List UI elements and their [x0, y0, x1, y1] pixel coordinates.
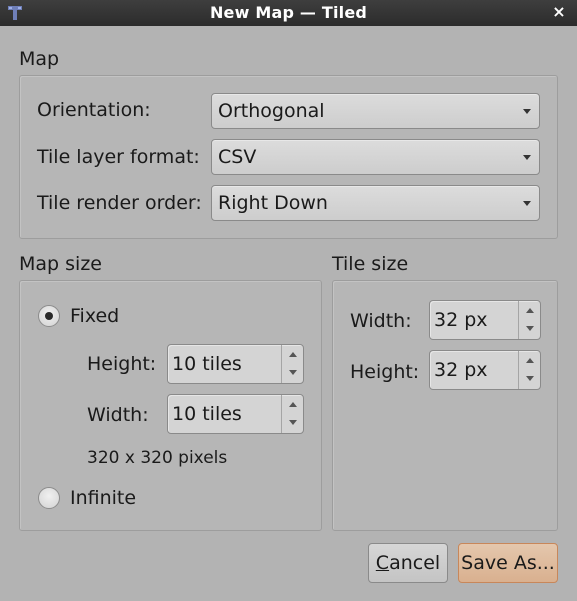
tile-layer-format-value: CSV [218, 146, 257, 168]
map-width-label: Width: [87, 404, 149, 426]
tile-size-group: Width: 32 px Height: 32 px [332, 280, 558, 531]
fixed-radio[interactable] [38, 305, 60, 327]
map-height-value: 10 tiles [172, 353, 242, 375]
spin-buttons [281, 345, 303, 383]
cancel-button[interactable]: Cancel [368, 543, 448, 583]
tile-height-spinbox[interactable]: 32 px [429, 350, 541, 390]
orientation-label: Orientation: [37, 99, 151, 121]
tile-layer-format-combo[interactable]: CSV [211, 139, 540, 175]
map-group: Orientation: Orthogonal Tile layer forma… [19, 75, 558, 239]
spin-buttons [518, 301, 540, 339]
map-height-label: Height: [87, 353, 157, 375]
tile-width-spinbox[interactable]: 32 px [429, 300, 541, 340]
tile-render-order-combo[interactable]: Right Down [211, 185, 540, 221]
infinite-label[interactable]: Infinite [70, 487, 136, 509]
decrement-icon[interactable] [282, 414, 304, 433]
pixel-size-text: 320 x 320 pixels [87, 448, 228, 468]
spin-buttons [281, 395, 303, 433]
save-as-label: Save As... [461, 552, 555, 574]
tile-height-value: 32 px [434, 359, 488, 381]
save-as-button[interactable]: Save As... [458, 543, 558, 583]
close-icon[interactable]: × [551, 3, 567, 21]
cancel-label: ancel [389, 552, 441, 574]
tile-height-label: Height: [350, 361, 420, 383]
window-title: New Map — Tiled [209, 3, 368, 22]
increment-icon[interactable] [519, 351, 541, 370]
cancel-mnemonic: C [375, 552, 390, 574]
decrement-icon[interactable] [519, 320, 541, 339]
fixed-label[interactable]: Fixed [70, 305, 119, 327]
spin-buttons [518, 351, 540, 389]
map-section-label: Map [19, 48, 60, 70]
chevron-down-icon [523, 155, 531, 160]
tile-render-order-label: Tile render order: [37, 192, 202, 214]
tile-render-order-value: Right Down [218, 192, 328, 214]
decrement-icon[interactable] [282, 364, 304, 383]
tile-layer-format-label: Tile layer format: [37, 146, 200, 168]
title-bar[interactable]: New Map — Tiled × [0, 0, 577, 26]
tile-width-value: 32 px [434, 309, 488, 331]
map-width-spinbox[interactable]: 10 tiles [167, 394, 304, 434]
map-size-section-label: Map size [19, 253, 102, 275]
map-width-value: 10 tiles [172, 403, 242, 425]
orientation-value: Orthogonal [218, 100, 325, 122]
decrement-icon[interactable] [519, 370, 541, 389]
tile-size-section-label: Tile size [332, 253, 409, 275]
infinite-radio[interactable] [38, 487, 60, 509]
tile-width-label: Width: [350, 310, 412, 332]
increment-icon[interactable] [519, 301, 541, 320]
map-height-spinbox[interactable]: 10 tiles [167, 344, 304, 384]
chevron-down-icon [523, 109, 531, 114]
chevron-down-icon [523, 201, 531, 206]
orientation-combo[interactable]: Orthogonal [211, 93, 540, 129]
map-size-group: Fixed Height: 10 tiles Width: 10 tiles 3… [19, 280, 322, 531]
increment-icon[interactable] [282, 395, 304, 414]
increment-icon[interactable] [282, 345, 304, 364]
